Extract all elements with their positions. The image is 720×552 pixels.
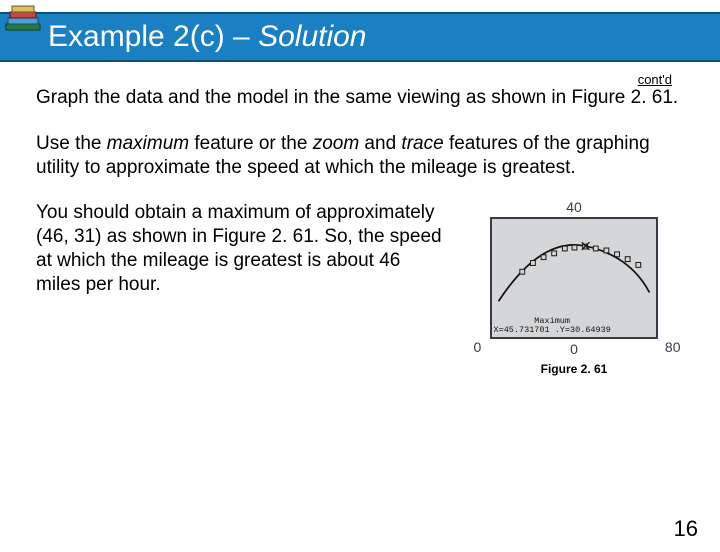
data-points xyxy=(519,244,640,274)
paragraph-3: You should obtain a maximum of approxima… xyxy=(36,201,446,296)
calculator-screen: 40 0 80 0 xyxy=(472,201,677,356)
books-icon xyxy=(4,4,44,38)
row-3: You should obtain a maximum of approxima… xyxy=(36,201,684,377)
contd-label: cont'd xyxy=(638,72,672,87)
page-title: Example 2(c) – Solution xyxy=(48,20,367,53)
axis-x-left: 0 xyxy=(474,339,482,357)
readout-line2: X=45.731701 .Y=30.64939 xyxy=(494,326,611,335)
title-plain: Example 2(c) – xyxy=(48,20,258,53)
p2-i3: trace xyxy=(401,133,443,154)
title-bar: Example 2(c) – Solution xyxy=(0,12,720,62)
calculator-readout: Maximum X=45.731701 .Y=30.64939 xyxy=(494,317,611,335)
axis-y-top: 40 xyxy=(566,199,582,217)
p2-i2: zoom xyxy=(313,133,359,154)
p2-c: and xyxy=(359,133,401,154)
screen-inner: Maximum X=45.731701 .Y=30.64939 xyxy=(490,217,658,339)
page-number: 16 xyxy=(674,516,698,542)
p2-i1: maximum xyxy=(107,133,189,154)
content-area: Graph the data and the model in the same… xyxy=(0,68,720,377)
p2-b: feature or the xyxy=(189,133,313,154)
figure-caption: Figure 2. 61 xyxy=(464,362,684,377)
axis-x-right: 80 xyxy=(665,339,681,357)
title-italic: Solution xyxy=(258,20,366,53)
axis-y-bottom: 0 xyxy=(570,341,578,359)
paragraph-2: Use the maximum feature or the zoom and … xyxy=(36,132,684,180)
figure-2-61: 40 0 80 0 xyxy=(464,201,684,377)
paragraph-1: Graph the data and the model in the same… xyxy=(36,86,684,110)
p2-a: Use the xyxy=(36,133,107,154)
